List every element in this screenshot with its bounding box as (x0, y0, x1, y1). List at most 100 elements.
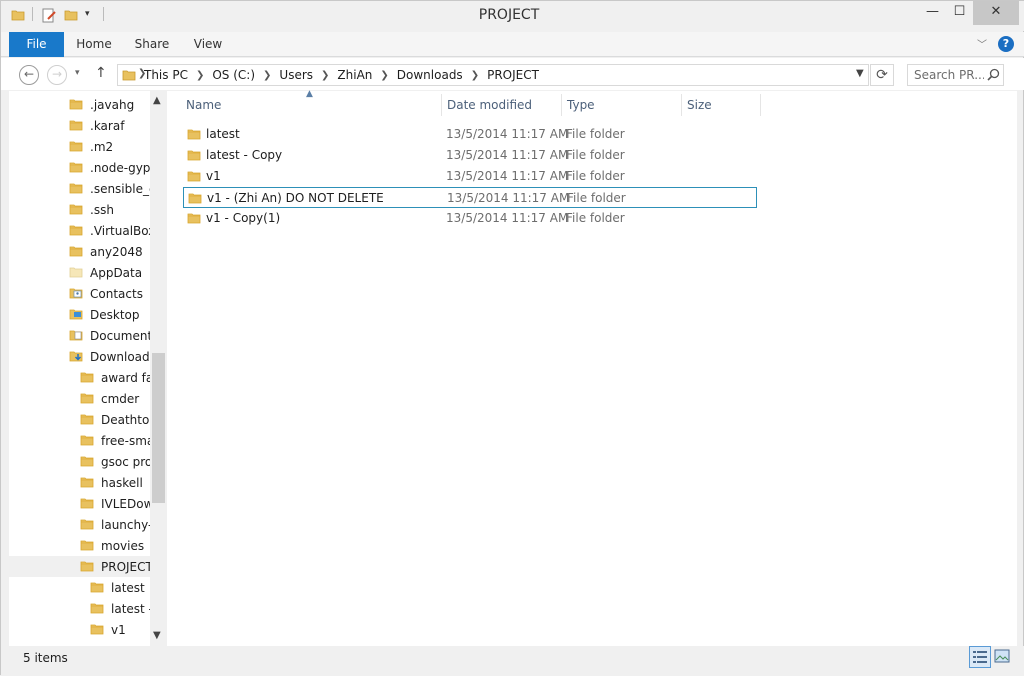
scroll-up-arrow-icon[interactable]: ▲ (153, 95, 161, 106)
breadcrumb-item[interactable]: ZhiAn (337, 68, 372, 82)
search-icon[interactable] (987, 68, 1000, 84)
refresh-button[interactable]: ⟳ (870, 64, 894, 86)
breadcrumb-item[interactable]: This PC (144, 68, 188, 82)
folder-icon (188, 191, 202, 208)
breadcrumb-separator[interactable]: ❯ (196, 70, 204, 81)
breadcrumb-item[interactable]: PROJECT (487, 68, 539, 82)
large-icons-view-button[interactable] (992, 646, 1014, 668)
nav-tree-item[interactable]: latest (9, 577, 157, 598)
nav-tree-item[interactable]: .ssh (9, 199, 157, 220)
scroll-down-arrow-icon[interactable]: ▼ (153, 630, 161, 641)
expand-ribbon-chevron-icon[interactable]: ﹀ (977, 36, 987, 51)
scrollbar-thumb[interactable] (152, 353, 165, 503)
details-view-button[interactable] (969, 646, 991, 668)
table-row[interactable]: v1 - (Zhi An) DO NOT DELETE 13/5/2014 11:… (183, 187, 757, 208)
nav-tree-item[interactable]: Desktop (9, 304, 157, 325)
nav-tree-label: Desktop (90, 308, 140, 322)
folder-icon (69, 244, 83, 261)
nav-tree-item[interactable]: latest - (9, 598, 157, 619)
help-icon[interactable]: ? (998, 36, 1014, 52)
breadcrumb-item[interactable]: Downloads (397, 68, 463, 82)
breadcrumb-item[interactable]: Users (279, 68, 313, 82)
navigation-pane: .javahg .karaf .m2 .node-gyp .sensible_ci .ss… (9, 91, 157, 646)
nav-tree-label: Downloads (90, 350, 156, 364)
folder-icon (187, 127, 201, 144)
column-header-date-modified[interactable]: Date modified (447, 98, 532, 112)
main-area: .javahg .karaf .m2 .node-gyp .sensible_ci .ss… (9, 89, 1017, 646)
column-header-name[interactable]: Name (186, 98, 221, 112)
navigation-bar: ← → ▾ ↑ ❯ This PC ❯ OS (C:) ❯ Users ❯ ZhiAn ❯ Do… (1, 58, 1024, 90)
nav-tree-item[interactable]: any2048 (9, 241, 157, 262)
up-button[interactable]: ↑ (95, 65, 107, 81)
nav-tree-item[interactable]: .VirtualBox (9, 220, 157, 241)
breadcrumb-separator[interactable]: ❯ (471, 70, 479, 81)
search-box[interactable] (907, 64, 1004, 86)
recent-locations-chevron-icon[interactable]: ▾ (75, 68, 80, 78)
minimize-button[interactable]: — (919, 1, 946, 25)
address-bar[interactable]: ❯ This PC ❯ OS (C:) ❯ Users ❯ ZhiAn ❯ Downloads ❯… (117, 64, 869, 86)
file-date-modified: 13/5/2014 11:17 AM (446, 148, 569, 162)
contacts-folder-icon (69, 286, 83, 303)
tab-share[interactable]: Share (129, 32, 175, 57)
nav-tree-item[interactable]: IVLEDown (9, 493, 157, 514)
column-divider[interactable] (760, 94, 761, 116)
breadcrumb-separator[interactable]: ❯ (321, 70, 329, 81)
nav-tree-item[interactable]: Contacts (9, 283, 157, 304)
tab-home[interactable]: Home (71, 32, 117, 57)
item-count: 5 items (23, 651, 68, 665)
nav-tree-item[interactable]: v1 (9, 619, 157, 640)
table-row[interactable]: latest - Copy 13/5/2014 11:17 AM File fold… (183, 145, 757, 166)
file-name: latest (206, 127, 240, 141)
ribbon-tabs: File Home Share View ﹀ ? (1, 32, 1024, 57)
nav-tree-label: haskell (101, 476, 143, 490)
nav-tree-label: Contacts (90, 287, 143, 301)
file-list: ▲ Name Date modified Type Size latest 13/… (169, 89, 1017, 646)
nav-tree-item[interactable]: movies (9, 535, 157, 556)
nav-tree-item[interactable]: .m2 (9, 136, 157, 157)
table-row[interactable]: v1 - Copy(1) 13/5/2014 11:17 AM File folde… (183, 208, 757, 229)
nav-tree-item[interactable]: haskell (9, 472, 157, 493)
nav-tree-item[interactable]: AppData (9, 262, 157, 283)
file-date-modified: 13/5/2014 11:17 AM (446, 127, 569, 141)
nav-tree-item[interactable]: free-smas (9, 430, 157, 451)
column-divider[interactable] (561, 94, 562, 116)
nav-tree-item[interactable]: Downloads (9, 346, 157, 367)
nav-tree-label: free-smas (101, 434, 157, 448)
column-header-type[interactable]: Type (567, 98, 595, 112)
nav-tree-item[interactable]: .javahg (9, 94, 157, 115)
breadcrumb-separator[interactable]: ❯ (380, 70, 388, 81)
column-divider[interactable] (681, 94, 682, 116)
nav-tree-label: gsoc prog (101, 455, 157, 469)
nav-tree-item[interactable]: gsoc prog (9, 451, 157, 472)
nav-tree-item[interactable]: launchy- (9, 514, 157, 535)
forward-button[interactable]: → (47, 65, 67, 85)
nav-tree-item[interactable]: .sensible_ci (9, 178, 157, 199)
nav-tree-label: .sensible_ci (90, 182, 157, 196)
nav-tree-label: latest (111, 581, 145, 595)
maximize-button[interactable]: ☐ (946, 1, 973, 25)
search-input[interactable] (914, 68, 984, 82)
table-row[interactable]: latest 13/5/2014 11:17 AM File folder (183, 124, 757, 145)
nav-tree-item[interactable]: PROJECT (9, 556, 157, 577)
breadcrumb-item[interactable]: OS (C:) (212, 68, 255, 82)
nav-tree-item[interactable]: .karaf (9, 115, 157, 136)
nav-tree-item[interactable]: .node-gyp (9, 157, 157, 178)
nav-tree-label: .m2 (90, 140, 114, 154)
table-row[interactable]: v1 13/5/2014 11:17 AM File folder (183, 166, 757, 187)
nav-tree-item[interactable]: Documents (9, 325, 157, 346)
back-button[interactable]: ← (19, 65, 39, 85)
nav-tree-item[interactable]: cmder (9, 388, 157, 409)
navigation-scrollbar[interactable]: ▲ ▼ (150, 91, 167, 646)
column-header-size[interactable]: Size (687, 98, 712, 112)
address-dropdown-chevron-icon[interactable]: ▼ (856, 68, 864, 79)
nav-tree-item[interactable]: award fac (9, 367, 157, 388)
breadcrumb-separator[interactable]: ❯ (263, 70, 271, 81)
tab-file[interactable]: File (9, 32, 64, 57)
column-divider[interactable] (441, 94, 442, 116)
tab-view[interactable]: View (185, 32, 231, 57)
folder-icon (69, 181, 83, 198)
window-title: PROJECT (478, 7, 540, 23)
folder-icon (69, 202, 83, 219)
nav-tree-item[interactable]: DeathtoS (9, 409, 157, 430)
close-button[interactable]: ✕ (973, 1, 1019, 25)
